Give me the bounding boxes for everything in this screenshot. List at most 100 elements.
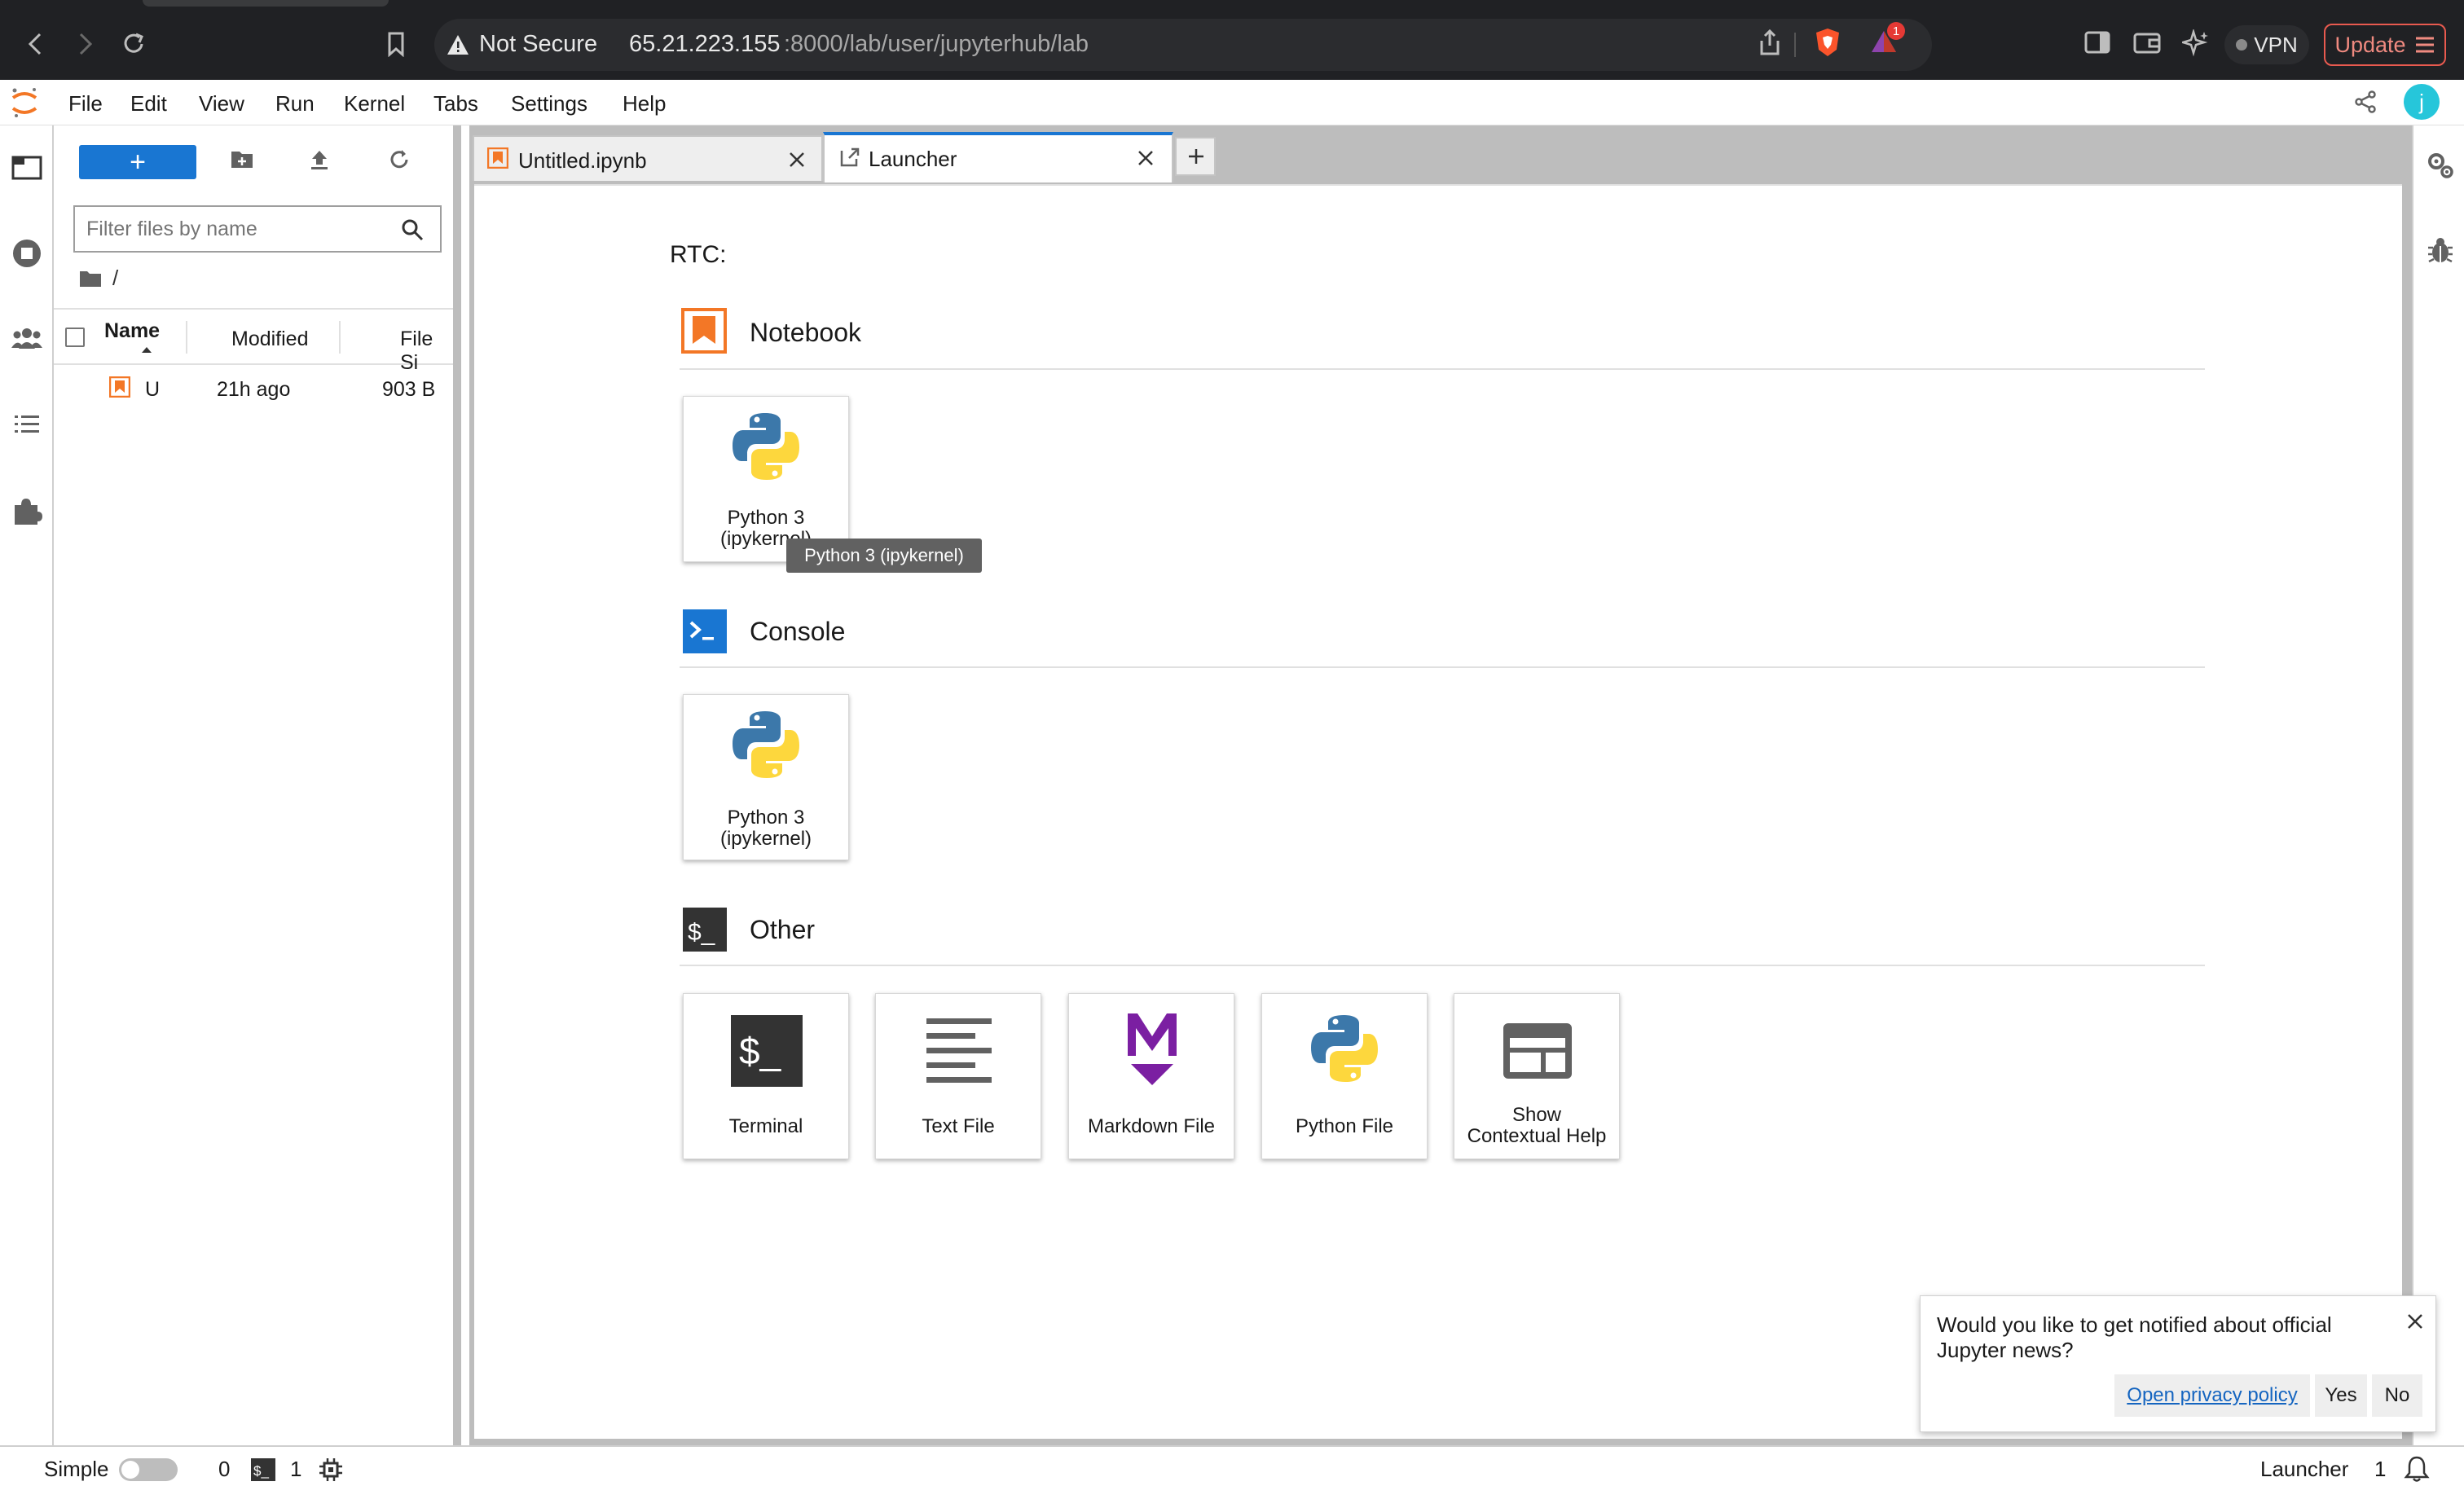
cpu-memory-icon[interactable] bbox=[318, 1457, 344, 1483]
forward-icon[interactable] bbox=[65, 24, 104, 64]
terminal-count[interactable]: 1 bbox=[290, 1457, 301, 1482]
left-sidebar bbox=[0, 125, 54, 1445]
privacy-policy-link[interactable]: Open privacy policy bbox=[2127, 1384, 2297, 1407]
python-icon bbox=[733, 413, 799, 480]
menu-help[interactable]: Help bbox=[623, 91, 666, 117]
column-name[interactable]: Name bbox=[104, 319, 160, 343]
toggle-knob bbox=[121, 1461, 139, 1479]
tab-untitled-notebook[interactable]: Untitled.ipynb bbox=[473, 135, 823, 181]
menu-tabs[interactable]: Tabs bbox=[433, 91, 478, 117]
tab-launcher[interactable]: Launcher bbox=[823, 132, 1173, 182]
simple-mode-toggle[interactable] bbox=[119, 1458, 178, 1481]
breadcrumb-root[interactable]: / bbox=[112, 266, 118, 291]
section-divider bbox=[680, 368, 2205, 370]
menu-settings[interactable]: Settings bbox=[511, 91, 587, 117]
sidebar-toggle-icon[interactable] bbox=[2084, 31, 2110, 58]
url-host[interactable]: 65.21.223.155 bbox=[629, 31, 780, 58]
extension-manager-icon[interactable] bbox=[10, 494, 44, 528]
user-avatar[interactable]: j bbox=[2404, 84, 2440, 120]
column-separator[interactable] bbox=[339, 321, 341, 354]
document-tab-bar: Untitled.ipynb Launcher bbox=[473, 132, 2404, 187]
menu-edit[interactable]: Edit bbox=[130, 91, 167, 117]
share-page-icon[interactable] bbox=[1758, 29, 1781, 61]
file-modified: 21h ago bbox=[217, 378, 291, 401]
text-file-card[interactable]: Text File bbox=[875, 993, 1041, 1159]
bookmark-icon[interactable] bbox=[376, 24, 416, 64]
menu-file[interactable]: File bbox=[68, 91, 103, 117]
toolbar-divider bbox=[1794, 33, 1796, 57]
refresh-icon[interactable] bbox=[388, 148, 411, 175]
tab-label: Untitled.ipynb bbox=[518, 148, 647, 173]
file-browser-icon[interactable] bbox=[10, 150, 44, 184]
filter-files-input[interactable] bbox=[75, 207, 385, 251]
new-folder-icon[interactable] bbox=[230, 148, 254, 174]
browser-toolbar: Not Secure 65.21.223.155 :8000/lab/user/… bbox=[0, 0, 2464, 80]
close-notification-icon[interactable] bbox=[2406, 1312, 2424, 1330]
simple-mode-label: Simple bbox=[44, 1457, 109, 1481]
column-separator[interactable] bbox=[186, 321, 187, 354]
debugger-icon[interactable] bbox=[2427, 236, 2454, 270]
close-tab-icon[interactable] bbox=[1136, 148, 1155, 168]
tooltip: Python 3 (ipykernel) bbox=[786, 539, 982, 573]
wallet-icon[interactable] bbox=[2133, 31, 2161, 58]
card-label: Markdown File bbox=[1087, 1115, 1216, 1137]
share-icon[interactable] bbox=[2353, 90, 2378, 118]
terminal-status-icon[interactable]: $_ bbox=[251, 1458, 275, 1481]
svg-text:$_: $_ bbox=[739, 1030, 782, 1072]
new-tab-button[interactable] bbox=[1175, 137, 1216, 176]
url-path[interactable]: :8000/lab/user/jupyterhub/lab bbox=[784, 31, 1089, 58]
update-button[interactable]: Update bbox=[2324, 24, 2446, 66]
menu-kernel[interactable]: Kernel bbox=[344, 91, 405, 117]
plus-icon bbox=[1189, 149, 1203, 164]
hamburger-icon bbox=[2415, 37, 2434, 53]
home-folder-icon[interactable] bbox=[78, 269, 103, 288]
reload-icon[interactable] bbox=[114, 24, 153, 64]
kernel-count[interactable]: 0 bbox=[218, 1457, 230, 1482]
brave-shields-icon[interactable] bbox=[1814, 27, 1841, 62]
property-inspector-icon[interactable] bbox=[2425, 150, 2456, 185]
column-modified[interactable]: Modified bbox=[231, 328, 309, 351]
file-size: 903 B bbox=[382, 378, 436, 401]
back-icon[interactable] bbox=[16, 24, 55, 64]
current-tab-label: Launcher bbox=[2260, 1457, 2349, 1481]
search-icon[interactable] bbox=[401, 218, 424, 241]
running-sessions-icon[interactable] bbox=[10, 236, 44, 270]
section-divider bbox=[680, 666, 2205, 668]
console-python3-card[interactable]: Python 3 (ipykernel) bbox=[683, 694, 849, 860]
jupyter-logo[interactable] bbox=[10, 86, 39, 123]
markdown-icon bbox=[1128, 1013, 1177, 1085]
contextual-help-card[interactable]: Show Contextual Help bbox=[1454, 993, 1620, 1159]
new-launcher-button[interactable]: + bbox=[79, 145, 196, 179]
vpn-button[interactable]: VPN bbox=[2224, 25, 2309, 64]
file-browser-panel: + / Name Modified File Si U 21h ago 903 … bbox=[54, 125, 461, 1445]
file-row[interactable]: U 21h ago 903 B bbox=[54, 367, 453, 412]
terminal-card[interactable]: $_ Terminal bbox=[683, 993, 849, 1159]
bell-icon[interactable] bbox=[2404, 1455, 2430, 1483]
notification-message: Would you like to get notified about off… bbox=[1937, 1312, 2332, 1362]
select-all-checkbox[interactable] bbox=[65, 328, 85, 347]
notification-count[interactable]: 1 bbox=[2374, 1457, 2386, 1482]
notify-yes-button[interactable]: Yes bbox=[2315, 1374, 2367, 1417]
card-label: Contextual Help bbox=[1467, 1125, 1607, 1147]
privacy-policy-button[interactable]: Open privacy policy bbox=[2114, 1374, 2310, 1417]
collaborators-icon[interactable] bbox=[10, 321, 44, 355]
markdown-file-card[interactable]: Markdown File bbox=[1068, 993, 1234, 1159]
card-label: (ipykernel) bbox=[719, 828, 812, 850]
card-label: Python 3 bbox=[727, 507, 805, 529]
notebook-section-title: Notebook bbox=[750, 318, 861, 347]
notify-no-button[interactable]: No bbox=[2372, 1374, 2422, 1417]
security-label[interactable]: Not Secure bbox=[479, 31, 597, 58]
python-icon bbox=[733, 711, 799, 778]
leo-ai-icon[interactable] bbox=[2179, 28, 2210, 61]
upload-icon[interactable] bbox=[309, 148, 330, 175]
python-file-card[interactable]: Python File bbox=[1261, 993, 1428, 1159]
menu-run[interactable]: Run bbox=[275, 91, 315, 117]
table-of-contents-icon[interactable] bbox=[10, 407, 44, 442]
menu-view[interactable]: View bbox=[199, 91, 244, 117]
close-tab-icon[interactable] bbox=[787, 150, 807, 169]
filter-files-box bbox=[73, 205, 442, 253]
notebook-python3-card[interactable]: Python 3 (ipykernel) bbox=[683, 396, 849, 562]
brave-rewards-icon[interactable]: 1 bbox=[1869, 22, 1905, 60]
other-section-icon: $_ bbox=[683, 908, 727, 952]
card-label: Terminal bbox=[728, 1115, 803, 1137]
